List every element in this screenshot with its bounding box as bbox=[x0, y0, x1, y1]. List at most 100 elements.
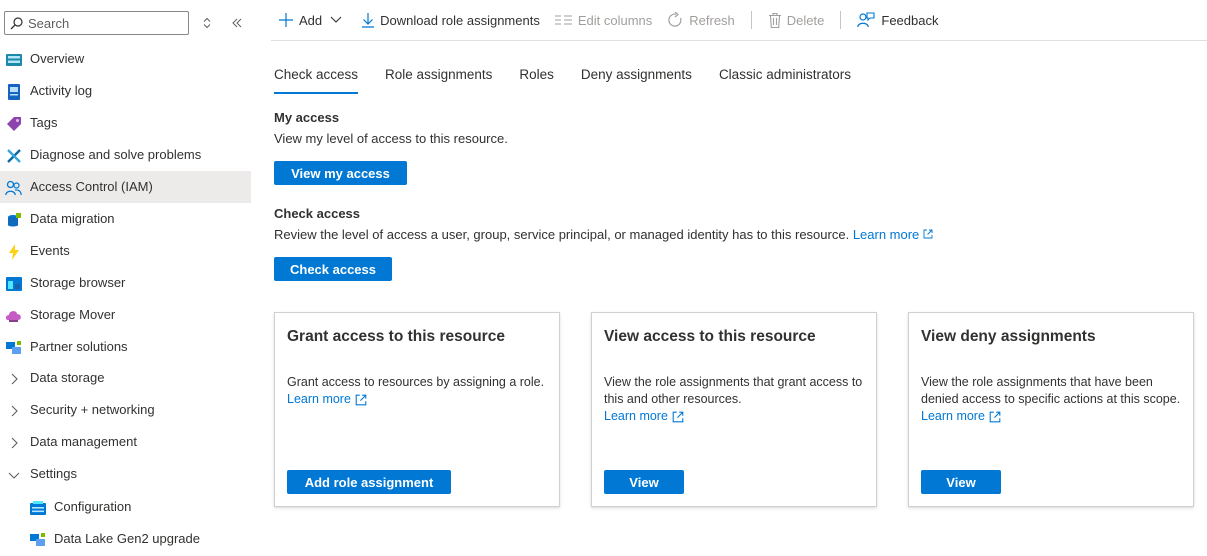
sidebar-item-label: Data migration bbox=[30, 211, 115, 226]
collapse-menu-icon[interactable] bbox=[225, 11, 249, 35]
add-role-assignment-button[interactable]: Add role assignment bbox=[287, 470, 451, 494]
sidebar-group-settings[interactable]: Settings bbox=[0, 458, 251, 490]
sidebar-item-label: Data storage bbox=[30, 370, 105, 385]
learn-more-link[interactable]: Learn more bbox=[287, 391, 367, 408]
tab-role-assignments[interactable]: Role assignments bbox=[385, 66, 492, 96]
sidebar-item-activity-log[interactable]: Activity log bbox=[0, 75, 251, 107]
menu-search-row bbox=[4, 11, 250, 35]
menu-search-input[interactable] bbox=[28, 15, 178, 31]
card-description: Grant access to resources by assigning a… bbox=[287, 374, 549, 408]
tab-classic-administrators[interactable]: Classic administrators bbox=[719, 66, 851, 96]
card-description-text: Grant access to resources by assigning a… bbox=[287, 375, 545, 389]
sidebar-item-events[interactable]: Events bbox=[0, 235, 251, 267]
card-description-text: View the role assignments that grant acc… bbox=[604, 375, 863, 406]
view-my-access-button[interactable]: View my access bbox=[274, 161, 407, 185]
sidebar-item-configuration[interactable]: Configuration bbox=[0, 491, 251, 523]
external-link-icon bbox=[355, 394, 367, 405]
sidebar-group-data-management[interactable]: Data management bbox=[0, 426, 251, 458]
learn-more-link[interactable]: Learn more bbox=[853, 227, 933, 242]
card-description: View the role assignments that have been… bbox=[921, 374, 1183, 425]
my-access-heading: My access bbox=[274, 110, 340, 125]
view-deny-assignments-button[interactable]: View bbox=[921, 470, 1001, 494]
sidebar-item-label: Partner solutions bbox=[30, 339, 128, 354]
delete-label: Delete bbox=[786, 12, 825, 28]
card-title: Grant access to this resource bbox=[287, 328, 505, 345]
refresh-label: Refresh bbox=[689, 12, 735, 28]
add-button[interactable]: Add bbox=[279, 8, 342, 32]
sidebar-item-overview[interactable]: Overview bbox=[0, 43, 251, 75]
view-access-button[interactable]: View bbox=[604, 470, 684, 494]
sidebar-item-storage-browser[interactable]: Storage browser bbox=[0, 267, 251, 299]
feedback-icon bbox=[857, 12, 875, 28]
edit-columns-button[interactable]: Edit columns bbox=[554, 8, 653, 32]
sidebar-item-partner-solutions[interactable]: Partner solutions bbox=[0, 331, 251, 363]
sidebar-item-label: Overview bbox=[30, 51, 85, 66]
external-link-icon bbox=[989, 411, 1001, 422]
wrench-icon bbox=[5, 147, 22, 164]
tab-deny-assignments[interactable]: Deny assignments bbox=[581, 66, 692, 96]
resource-menu: Overview Activity log Tags Diagnose and … bbox=[0, 0, 252, 556]
activity-log-icon bbox=[5, 83, 22, 100]
sidebar-item-label: Data management bbox=[30, 434, 137, 449]
chevron-down-icon bbox=[330, 16, 342, 23]
feedback-button[interactable]: Feedback bbox=[857, 8, 938, 32]
plus-icon bbox=[279, 13, 293, 27]
learn-more-label: Learn more bbox=[287, 392, 351, 406]
tab-check-access[interactable]: Check access bbox=[274, 66, 359, 96]
external-link-icon bbox=[923, 229, 933, 239]
edit-columns-label: Edit columns bbox=[577, 12, 653, 28]
chevron-right-icon bbox=[5, 370, 22, 387]
sidebar-item-label: Access Control (IAM) bbox=[30, 179, 153, 194]
sidebar-group-security-networking[interactable]: Security + networking bbox=[0, 394, 251, 426]
card-description: View the role assignments that grant acc… bbox=[604, 374, 866, 425]
sidebar-item-data-lake-upgrade[interactable]: Data Lake Gen2 upgrade bbox=[0, 523, 251, 555]
learn-more-link[interactable]: Learn more bbox=[604, 408, 684, 425]
iam-tabs: Check access Role assignments Roles Deny… bbox=[274, 66, 878, 96]
view-access-card: View access to this resource View the ro… bbox=[591, 312, 877, 507]
card-title: View access to this resource bbox=[604, 328, 816, 345]
sidebar-item-tags[interactable]: Tags bbox=[0, 107, 251, 139]
storage-browser-icon bbox=[5, 275, 22, 292]
storage-mover-icon bbox=[5, 307, 22, 324]
sidebar-item-data-migration[interactable]: Data migration bbox=[0, 203, 251, 235]
my-access-description: View my level of access to this resource… bbox=[274, 131, 508, 146]
sidebar-item-access-control[interactable]: Access Control (IAM) bbox=[0, 171, 251, 203]
tab-roles[interactable]: Roles bbox=[519, 66, 554, 96]
download-role-assignments-button[interactable]: Download role assignments bbox=[362, 8, 540, 32]
overview-icon bbox=[5, 51, 22, 68]
people-icon bbox=[5, 179, 22, 196]
sidebar-item-label: Storage browser bbox=[30, 275, 126, 290]
command-bar: Add Download role assignments Edit colum… bbox=[271, 0, 1207, 41]
grant-access-card: Grant access to this resource Grant acce… bbox=[274, 312, 560, 507]
learn-more-label: Learn more bbox=[852, 227, 920, 242]
sidebar-item-storage-mover[interactable]: Storage Mover bbox=[0, 299, 251, 331]
check-access-description: Review the level of access a user, group… bbox=[274, 227, 850, 242]
sidebar-item-label: Settings bbox=[30, 466, 77, 481]
feedback-label: Feedback bbox=[881, 12, 939, 28]
configuration-icon bbox=[29, 499, 46, 516]
delete-button[interactable]: Delete bbox=[768, 8, 825, 32]
sidebar-item-label: Diagnose and solve problems bbox=[30, 147, 202, 162]
sidebar-item-label: Activity log bbox=[30, 83, 93, 98]
sidebar-item-diagnose[interactable]: Diagnose and solve problems bbox=[0, 139, 251, 171]
chevron-down-icon bbox=[5, 466, 22, 483]
sidebar-item-label: Security + networking bbox=[30, 402, 155, 417]
refresh-button[interactable]: Refresh bbox=[667, 8, 735, 32]
download-icon bbox=[362, 12, 375, 28]
data-lake-upgrade-icon bbox=[29, 531, 46, 548]
expand-collapse-icon[interactable] bbox=[195, 11, 219, 35]
learn-more-link[interactable]: Learn more bbox=[921, 408, 1001, 425]
add-label: Add bbox=[299, 12, 323, 28]
card-description-text: View the role assignments that have been… bbox=[921, 375, 1181, 406]
menu-search-box[interactable] bbox=[4, 11, 189, 35]
sidebar-item-label: Data Lake Gen2 upgrade bbox=[54, 531, 200, 546]
sidebar-group-data-storage[interactable]: Data storage bbox=[0, 362, 251, 394]
chevron-right-icon bbox=[5, 402, 22, 419]
sidebar-item-label: Configuration bbox=[54, 499, 132, 514]
check-access-button[interactable]: Check access bbox=[274, 257, 392, 281]
download-label: Download role assignments bbox=[380, 12, 540, 28]
tag-icon bbox=[5, 115, 22, 132]
data-migration-icon bbox=[5, 211, 22, 228]
learn-more-label: Learn more bbox=[604, 409, 668, 423]
lightning-icon bbox=[5, 243, 22, 260]
